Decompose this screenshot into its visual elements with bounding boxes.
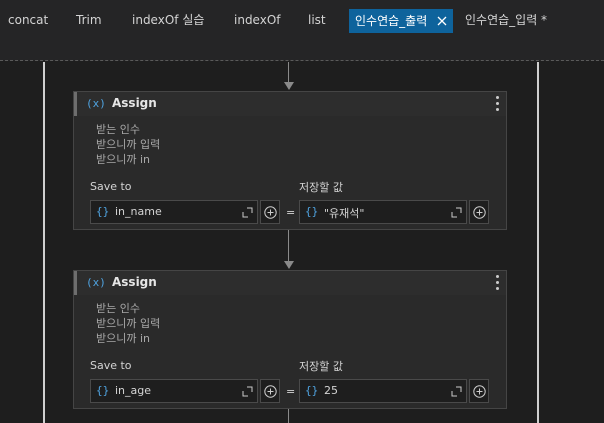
plus-circle-icon [473,385,486,398]
add-variable-button[interactable] [260,200,280,224]
more-options-icon[interactable] [496,96,500,112]
annotation-text: 받는 인수 받으니까 입력 받으니까 in [96,301,160,346]
expand-icon[interactable] [242,207,253,218]
save-to-label: Save to [90,180,132,193]
tab-argument-output[interactable]: 인수연습_출력 [349,9,454,33]
annotation-line: 받으니까 in [96,153,151,166]
save-to-field[interactable]: {} in_age [90,379,258,403]
tab-concat[interactable]: concat [8,9,48,31]
tab-bar: concat Trim indexOf 실습 indexOf list 인수연습… [0,0,604,33]
tab-label: 인수연습_출력 [355,14,428,28]
annotation-line: 받으니까 입력 [96,317,161,330]
tab-label: concat [8,13,49,27]
expand-icon[interactable] [451,207,462,218]
connector-line [288,230,289,261]
connector-line [288,409,289,423]
save-to-value: in_name [115,205,162,218]
expression-icon: {} [96,384,110,397]
equals-sign: = [286,385,296,398]
assign-activity[interactable]: (x) Assign 받는 인수 받으니까 입력 받으니까 in Save to… [73,91,507,230]
value-field[interactable]: {} 25 [299,379,467,403]
value-field[interactable]: {} "유재석" [299,200,467,224]
more-options-icon[interactable] [496,275,500,291]
annotation-text: 받는 인수 받으니까 입력 받으니까 in [96,122,160,167]
add-variable-button[interactable] [260,379,280,403]
expand-icon[interactable] [242,386,253,397]
expression-icon: {} [96,205,110,218]
plus-circle-icon [473,206,486,219]
activity-header[interactable]: (x) Assign [74,271,506,295]
value-label: 저장할 값 [299,181,343,194]
value-label: 저장할 값 [299,360,343,373]
variable-icon: (x) [86,276,106,289]
tab-label: indexOf 실습 [132,13,205,27]
expression-icon: {} [305,384,319,397]
annotation-line: 받으니까 in [96,332,151,345]
plus-circle-icon [264,385,277,398]
tab-trim[interactable]: Trim [76,9,102,31]
assign-activity[interactable]: (x) Assign 받는 인수 받으니까 입력 받으니까 in Save to… [73,270,507,409]
tab-argument-input[interactable]: 인수연습_입력 * [465,9,547,31]
activity-title: Assign [112,275,157,289]
tab-label: Trim [76,13,102,27]
value-text: 25 [324,384,338,397]
annotation-line: 받는 인수 [96,123,140,136]
activity-header[interactable]: (x) Assign [74,92,506,116]
variable-icon: (x) [86,97,106,110]
equals-sign: = [286,206,296,219]
annotation-line: 받으니까 입력 [96,138,161,151]
tab-label: 인수연습_입력 * [465,13,548,27]
save-to-field[interactable]: {} in_name [90,200,258,224]
add-variable-button[interactable] [469,379,489,403]
expand-icon[interactable] [451,386,462,397]
add-variable-button[interactable] [469,200,489,224]
tab-label: indexOf [234,13,281,27]
annotation-line: 받는 인수 [96,302,140,315]
value-text: "유재석" [324,207,365,220]
tab-label: list [308,13,326,27]
close-icon[interactable] [437,16,447,26]
expression-icon: {} [305,205,319,218]
tab-list[interactable]: list [308,9,326,31]
save-to-label: Save to [90,359,132,372]
save-to-value: in_age [115,384,152,397]
tab-indexof-practice[interactable]: indexOf 실습 [132,9,204,31]
connector-line [288,62,289,82]
arrow-down-icon [284,261,294,269]
tab-indexof[interactable]: indexOf [234,9,281,31]
activity-title: Assign [112,96,157,110]
arrow-down-icon [284,82,294,90]
toolbar-strip [0,33,604,61]
plus-circle-icon [264,206,277,219]
canvas-divider [0,60,604,61]
